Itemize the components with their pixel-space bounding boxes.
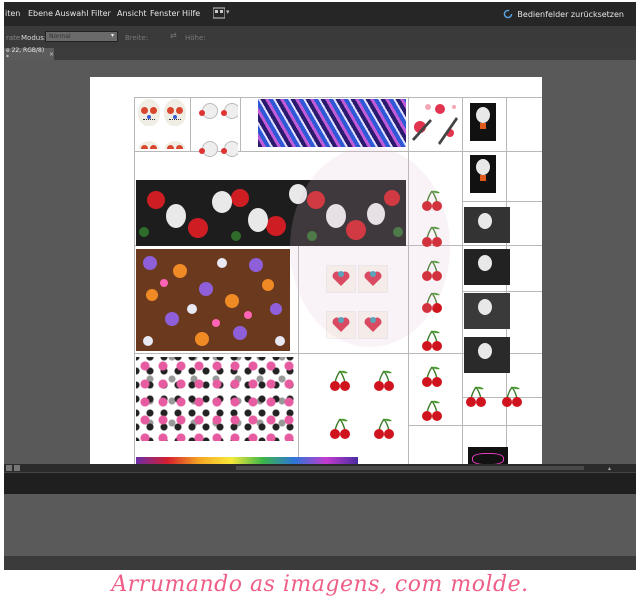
grid-line — [134, 97, 542, 98]
jack-face-image — [476, 159, 490, 175]
mode-select[interactable]: Normal ▾ — [45, 31, 118, 42]
options-bar: rate Modus: Normal ▾ Breite: ⇄ Höhe: — [4, 26, 636, 49]
height-label: Höhe: — [185, 34, 206, 42]
cherry-image — [422, 330, 442, 351]
pumpkin-image — [480, 175, 486, 181]
menu-fenster[interactable]: Fenster — [150, 9, 180, 18]
cherry-image — [330, 418, 350, 439]
mode-label: Modus: — [21, 34, 47, 42]
reset-panels-button[interactable]: Bedienfelder zurücksetzen — [503, 9, 624, 19]
grid-line — [408, 425, 542, 426]
flower-pattern-image — [143, 256, 285, 346]
jack-grayscale-tile — [464, 293, 510, 329]
pink-floral-image — [412, 104, 458, 145]
purple-zebra-pattern — [258, 99, 406, 147]
sugar-skull-image — [164, 141, 186, 149]
caption: Arrumando as imagens, com molde. — [111, 572, 529, 597]
jack-face-image — [478, 255, 492, 271]
grid-line — [190, 97, 191, 151]
cherry-image — [374, 370, 394, 391]
document-tab-bar: e 22, RGB/8) * × — [4, 47, 636, 61]
pumpkin-image — [480, 123, 486, 129]
jack-face-image — [478, 343, 492, 359]
horizontal-scrollbar[interactable]: ▴ — [236, 466, 611, 472]
page-nav-icon[interactable] — [6, 465, 12, 471]
jack-face-image — [478, 299, 492, 315]
small-skull-image — [221, 141, 238, 157]
options-left-label: rate — [6, 34, 21, 42]
status-strip: ▴ — [4, 464, 636, 472]
reset-panels-label: Bedienfelder zurücksetzen — [517, 9, 624, 19]
menu-filter[interactable]: Filter — [91, 9, 111, 18]
watermark-shape — [290, 147, 450, 347]
pink-floral-pattern — [410, 99, 460, 147]
jack-grayscale-tile — [464, 249, 510, 285]
reset-icon — [504, 9, 513, 19]
sugar-skull-image — [164, 99, 186, 126]
canvas-area[interactable] — [4, 60, 636, 472]
cherry-image — [330, 370, 350, 391]
small-skull-image — [199, 141, 218, 157]
sugar-skull-image — [138, 141, 160, 149]
flower-pattern — [136, 249, 290, 351]
jack-face-image — [478, 213, 492, 229]
sugar-skull-image — [138, 99, 160, 126]
grid-line — [462, 201, 542, 202]
grid-line — [462, 97, 463, 472]
sugar-skull-tile — [136, 99, 188, 149]
workspace-icon[interactable] — [213, 7, 225, 19]
mode-value: Normal — [49, 33, 71, 40]
jack-grayscale-tile — [464, 207, 510, 243]
menu-hilfe[interactable]: Hilfe — [182, 9, 200, 18]
footer-bar — [4, 556, 636, 570]
editor-window: iten Ebene Auswahl Filter Ansicht Fenste… — [4, 2, 636, 570]
cherry-image — [466, 386, 486, 407]
jack-skellington-tile — [470, 103, 496, 141]
project-bin — [4, 472, 636, 495]
document-page[interactable] — [90, 77, 542, 472]
swap-icon[interactable]: ⇄ — [170, 31, 177, 40]
small-skull-image — [221, 103, 238, 119]
jack-grayscale-tile — [464, 337, 510, 373]
cherry-image — [422, 400, 442, 421]
menu-ebene[interactable]: Ebene — [28, 9, 53, 18]
cherry-image — [422, 366, 442, 387]
jack-face-image — [476, 107, 490, 123]
grid-line — [134, 97, 135, 472]
chevron-down-icon: ▾ — [110, 32, 114, 39]
bottom-panel — [4, 494, 636, 556]
menu-auswahl[interactable]: Auswahl — [55, 9, 88, 18]
grid-line — [240, 97, 241, 151]
small-skull-image — [199, 103, 218, 119]
menu-ansicht[interactable]: Ansicht — [117, 9, 147, 18]
menu-bar: iten Ebene Auswahl Filter Ansicht Fenste… — [4, 2, 636, 26]
page-nav-icon[interactable] — [14, 465, 20, 471]
document-tab[interactable]: e 22, RGB/8) * × — [4, 47, 54, 61]
jack-skellington-tile — [470, 155, 496, 193]
chevron-down-icon[interactable]: ▾ — [226, 8, 230, 16]
small-skull-tile — [192, 99, 238, 169]
document-tab-label: e 22, RGB/8) * — [6, 47, 45, 61]
cherry-image — [374, 418, 394, 439]
close-icon[interactable]: × — [49, 51, 54, 58]
polka-dot-pattern — [136, 357, 294, 441]
width-label: Breite: — [125, 34, 149, 42]
menu-bearbeiten[interactable]: iten — [5, 9, 20, 18]
cherry-image — [502, 386, 522, 407]
grid-line — [462, 291, 542, 292]
